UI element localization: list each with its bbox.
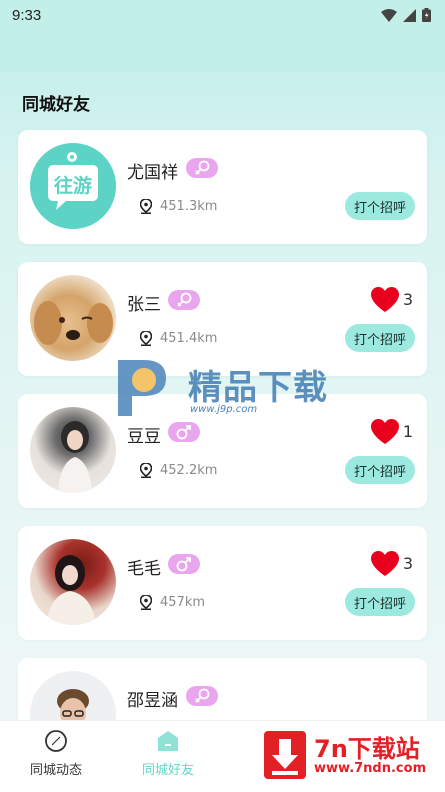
status-icons: [381, 8, 431, 22]
likes-count: 3: [402, 290, 413, 309]
male-icon: [176, 425, 191, 440]
gender-male-badge: [168, 422, 200, 442]
avatar[interactable]: [30, 539, 116, 625]
app-logo-icon: 往游: [30, 143, 116, 229]
nav-item-city-friends[interactable]: 同城好友: [112, 729, 224, 778]
user-name: 豆豆: [127, 427, 161, 447]
likes: 3: [370, 550, 413, 577]
watermark-corner-url: www.7ndn.com: [314, 761, 427, 776]
avatar-logo-text: 往游: [54, 174, 92, 197]
nav-label: 同城动态: [29, 763, 82, 778]
girl-photo-icon: [46, 555, 96, 625]
distance-text: 451.4km: [160, 331, 218, 346]
user-name: 尤国祥: [127, 163, 178, 183]
greet-button[interactable]: 打个招呼: [345, 588, 415, 616]
location-pin-icon: [140, 463, 152, 478]
user-name: 毛毛: [127, 559, 161, 579]
distance: 452.2km: [140, 463, 217, 478]
distance: 451.3km: [140, 199, 217, 214]
download-logo-icon: [264, 731, 306, 779]
gender-female-badge: [186, 686, 218, 706]
gender-male-badge: [168, 554, 200, 574]
heart-icon[interactable]: [370, 286, 400, 313]
distance: 451.4km: [140, 331, 217, 346]
location-pin-icon: [140, 199, 152, 214]
likes-count: 3: [402, 554, 413, 573]
status-bar: 9:33: [0, 0, 445, 30]
nav-item-city-feed[interactable]: 同城动态: [0, 729, 112, 778]
dog-photo-icon: [34, 301, 113, 345]
distance-text: 452.2km: [160, 463, 218, 478]
compass-icon: [45, 730, 67, 752]
friend-card[interactable]: 豆豆 1 452.2km 打个招呼: [18, 394, 427, 508]
girl-photo-icon: [58, 421, 92, 493]
greet-button[interactable]: 打个招呼: [345, 324, 415, 352]
likes: 3: [370, 286, 413, 313]
male-icon: [176, 557, 191, 572]
female-icon: [195, 688, 210, 703]
location-pin-icon: [140, 331, 152, 346]
likes-count: 1: [402, 422, 413, 441]
greet-button[interactable]: 打个招呼: [345, 456, 415, 484]
section-title: 同城好友: [22, 95, 90, 115]
friend-card[interactable]: 往游 尤国祥 451.3km 打个招呼: [18, 130, 427, 244]
watermark-corner: 7n下载站 www.7ndn.com: [258, 725, 438, 785]
heart-icon[interactable]: [370, 550, 400, 577]
user-name: 张三: [127, 295, 161, 315]
gender-female-badge: [186, 158, 218, 178]
wifi-icon: [381, 8, 397, 22]
female-icon: [177, 292, 192, 307]
home-icon: [158, 731, 178, 751]
heart-icon[interactable]: [370, 418, 400, 445]
avatar[interactable]: 往游: [30, 143, 116, 229]
greet-button[interactable]: 打个招呼: [345, 192, 415, 220]
battery-icon: [422, 8, 431, 22]
likes: 1: [370, 418, 413, 445]
user-name: 邵昱涵: [127, 691, 178, 711]
distance-text: 451.3km: [160, 199, 218, 214]
gender-female-badge: [168, 290, 200, 310]
distance: 457km: [140, 595, 205, 610]
female-icon: [195, 160, 210, 175]
location-pin-icon: [140, 595, 152, 610]
avatar[interactable]: [30, 275, 116, 361]
friend-card[interactable]: 张三 3 451.4km 打个招呼: [18, 262, 427, 376]
friend-card[interactable]: 毛毛 3 457km 打个招呼: [18, 526, 427, 640]
distance-text: 457km: [160, 595, 206, 610]
nav-label: 同城好友: [141, 763, 194, 778]
avatar[interactable]: [30, 407, 116, 493]
signal-icon: [403, 8, 416, 22]
watermark-corner-title: 7n下载站: [314, 735, 420, 763]
status-time: 9:33: [12, 6, 42, 24]
